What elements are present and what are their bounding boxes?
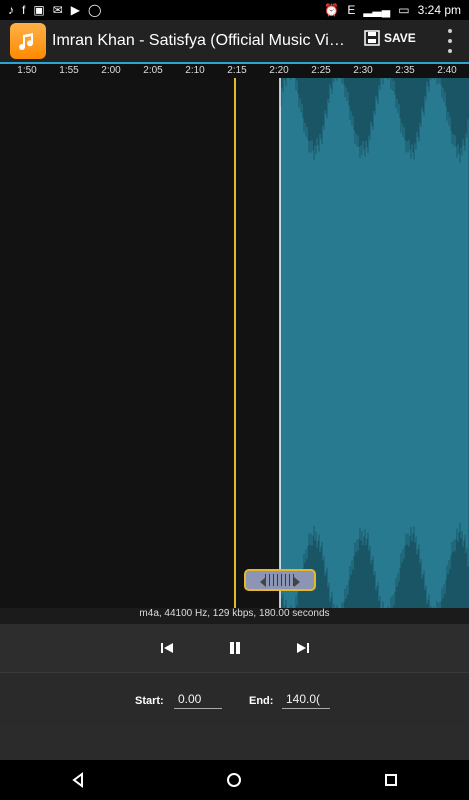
pause-button[interactable] bbox=[218, 631, 252, 665]
navigation-bar bbox=[0, 760, 469, 800]
next-button[interactable] bbox=[286, 631, 320, 665]
song-title: Imran Khan - Satisfya (Official Music Vi… bbox=[52, 32, 352, 49]
more-dot-icon bbox=[448, 29, 452, 33]
play-icon: ▶ bbox=[70, 3, 80, 17]
gallery-icon: ▣ bbox=[33, 3, 45, 17]
app-bar: Imran Khan - Satisfya (Official Music Vi… bbox=[0, 20, 469, 62]
save-button[interactable]: SAVE bbox=[364, 30, 416, 46]
ringtone-app-icon bbox=[10, 23, 46, 59]
time-fields: Start: 0.00 End: 140.0( bbox=[0, 672, 469, 724]
tick-label: 2:00 bbox=[101, 65, 121, 76]
status-bar: ♪ f ▣ ✉ ▶ ◯ ⏰ E ▂▃▄ ▭ 3:24 pm bbox=[0, 0, 469, 20]
end-label: End: bbox=[249, 695, 274, 707]
more-options-button[interactable] bbox=[447, 29, 453, 53]
music-note-icon: ♪ bbox=[8, 3, 14, 17]
pause-icon bbox=[229, 642, 240, 654]
recent-apps-icon bbox=[384, 774, 397, 786]
alarm-icon: ⏰ bbox=[324, 3, 340, 17]
tick-label: 2:30 bbox=[353, 65, 373, 76]
empty-space bbox=[0, 724, 469, 760]
home-icon bbox=[227, 773, 242, 787]
recent-apps-button[interactable] bbox=[371, 760, 411, 800]
back-button[interactable] bbox=[58, 760, 98, 800]
back-icon bbox=[72, 772, 84, 788]
start-label: Start: bbox=[135, 695, 164, 707]
battery-icon: ▭ bbox=[398, 3, 410, 17]
email-icon: ✉ bbox=[52, 3, 63, 17]
end-input[interactable]: 140.0( bbox=[282, 689, 330, 709]
tick-label: 2:05 bbox=[143, 65, 163, 76]
timeline: 1:50 1:55 2:00 2:05 2:10 2:15 2:20 2:25 … bbox=[0, 62, 469, 78]
skip-previous-icon bbox=[160, 643, 173, 653]
more-dot-icon bbox=[448, 49, 452, 53]
tick-label: 2:40 bbox=[437, 65, 457, 76]
home-button[interactable] bbox=[214, 760, 254, 800]
left-arrow-icon bbox=[260, 577, 266, 587]
more-dot-icon bbox=[448, 39, 452, 43]
notification-icons: ♪ f ▣ ✉ ▶ ◯ bbox=[8, 4, 101, 16]
music-note-icon bbox=[19, 33, 34, 51]
audio-info: m4a, 44100 Hz, 129 kbps, 180.00 seconds bbox=[0, 608, 469, 624]
f-icon: f bbox=[22, 3, 26, 17]
right-arrow-icon bbox=[294, 577, 300, 587]
grip-icon bbox=[265, 574, 295, 586]
network-type: E bbox=[347, 3, 356, 17]
previous-button[interactable] bbox=[150, 631, 184, 665]
start-input[interactable]: 0.00 bbox=[174, 689, 222, 709]
system-icons: ⏰ E ▂▃▄ ▭ 3:24 pm bbox=[324, 4, 461, 16]
circle-icon: ◯ bbox=[87, 3, 102, 17]
waveform-graphic[interactable] bbox=[0, 78, 469, 608]
selection-handle[interactable] bbox=[244, 569, 316, 591]
status-time: 3:24 pm bbox=[417, 3, 461, 17]
tick-label: 1:50 bbox=[17, 65, 37, 76]
signal-icon: ▂▃▄ bbox=[363, 3, 391, 17]
save-icon bbox=[364, 30, 380, 46]
tick-label: 2:20 bbox=[269, 65, 289, 76]
waveform-view[interactable] bbox=[0, 78, 469, 608]
tick-label: 2:25 bbox=[311, 65, 331, 76]
tick-label: 1:55 bbox=[59, 65, 79, 76]
playback-controls bbox=[0, 624, 469, 672]
tick-label: 2:10 bbox=[185, 65, 205, 76]
save-label: SAVE bbox=[384, 31, 416, 45]
skip-next-icon bbox=[296, 643, 309, 653]
tick-label: 2:15 bbox=[227, 65, 247, 76]
tick-label: 2:35 bbox=[395, 65, 415, 76]
